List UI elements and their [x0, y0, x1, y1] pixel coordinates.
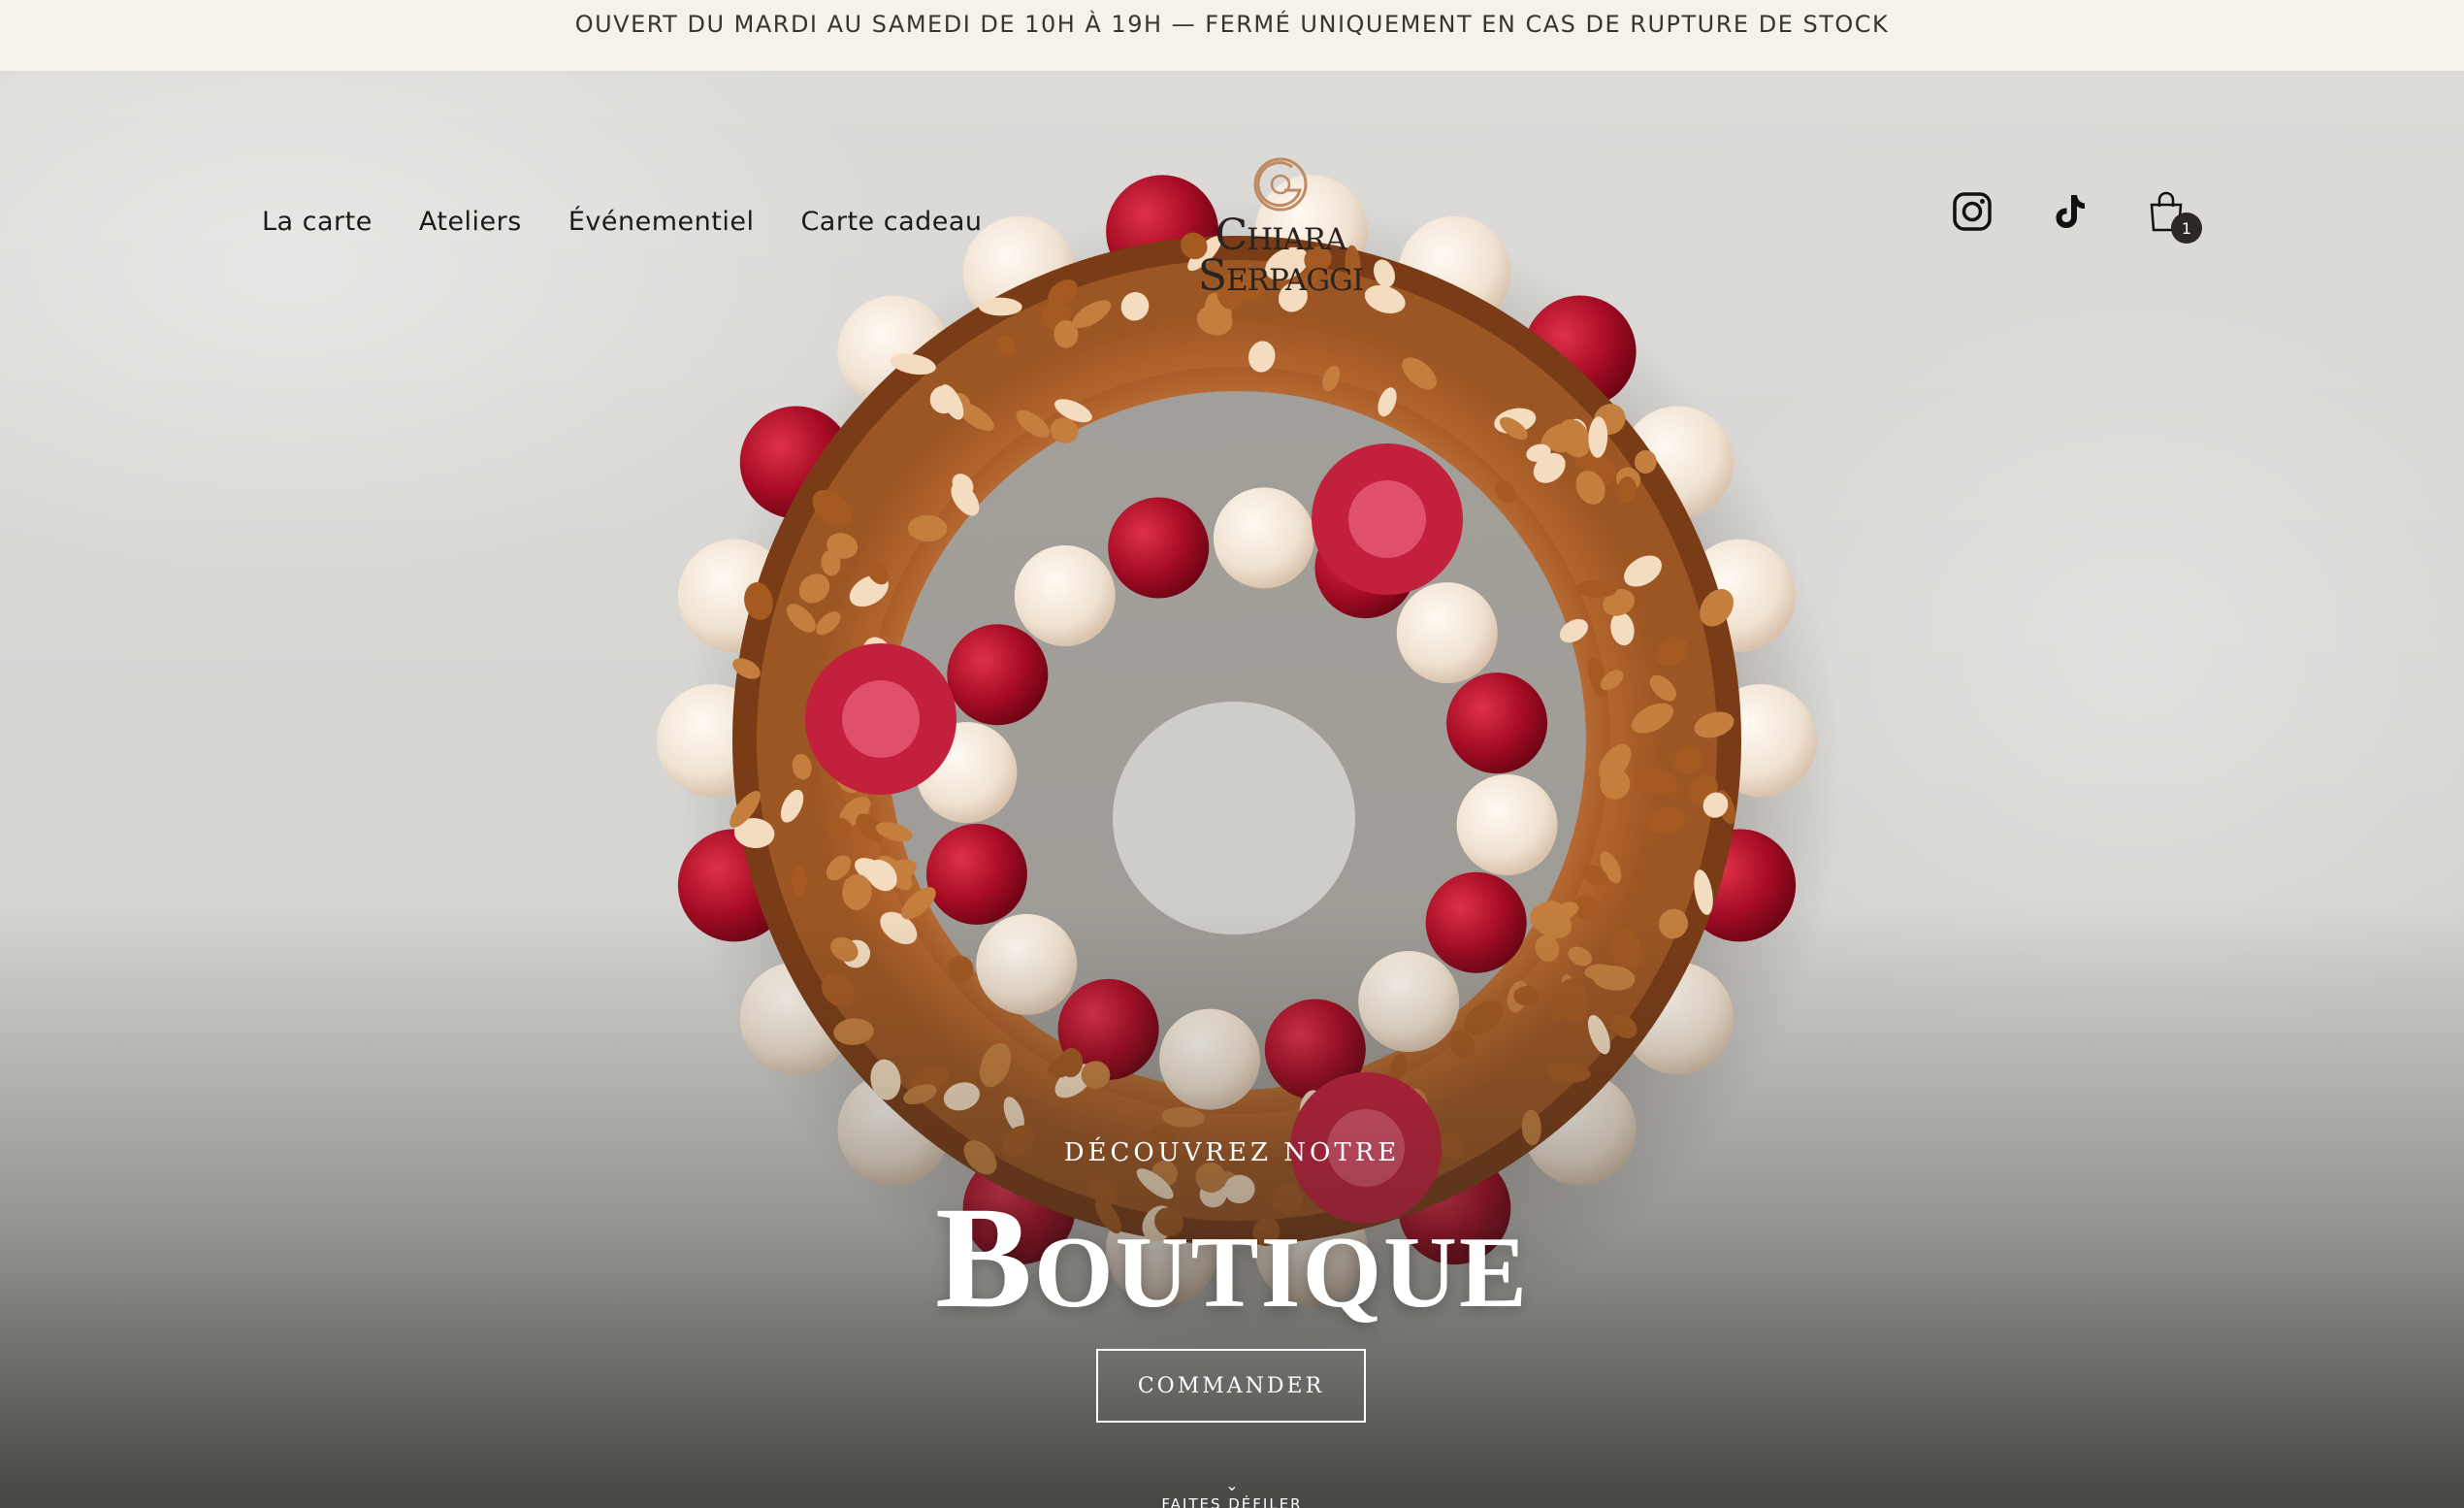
cart-count-badge: 1 — [2171, 213, 2202, 244]
logo-line-1: Chiara — [1215, 211, 1346, 260]
cake-inner-puff — [925, 823, 1027, 925]
scroll-indicator[interactable]: ⌄ FAITES DÉFILER — [0, 1478, 2464, 1508]
nav-item-carte-cadeau[interactable]: Carte cadeau — [800, 207, 982, 237]
logo-mark-icon — [1253, 157, 1308, 212]
cake-inner-puff — [947, 624, 1049, 726]
cake-inner-puff — [1425, 871, 1527, 973]
scroll-label: FAITES DÉFILER — [1161, 1495, 1303, 1508]
header-icons: 1 — [1950, 189, 2202, 244]
main-nav: La carte Ateliers Événementiel Carte cad… — [262, 207, 983, 237]
cake-inner-puff — [1014, 544, 1116, 646]
nav-item-ateliers[interactable]: Ateliers — [419, 207, 522, 237]
hero-section: La carte Ateliers Événementiel Carte cad… — [0, 71, 2464, 1508]
nav-item-evenementiel[interactable]: Événementiel — [568, 207, 755, 237]
logo-line-2: Serpaggi — [1197, 251, 1364, 301]
announcement-bar: OUVERT DU MARDI AU SAMEDI DE 10H À 19H —… — [0, 0, 2464, 71]
cake-inner-puff — [1358, 951, 1460, 1053]
tiktok-icon[interactable] — [2047, 189, 2091, 234]
cake-inner-puff — [1396, 582, 1498, 684]
cart-button[interactable]: 1 — [2144, 189, 2202, 244]
nav-item-la-carte[interactable]: La carte — [262, 207, 373, 237]
raspberry-center — [842, 680, 920, 758]
cake-inner-puff — [1213, 487, 1314, 589]
hero-title: Boutique — [935, 1177, 1529, 1338]
cake-inner-puff — [1446, 672, 1548, 774]
cake-inner-puff — [1159, 1008, 1261, 1110]
chevron-down-icon: ⌄ — [1225, 1478, 1239, 1494]
raspberry-center — [1348, 480, 1426, 558]
announcement-text: OUVERT DU MARDI AU SAMEDI DE 10H À 19H —… — [574, 10, 1890, 38]
cake-inner-puff — [1456, 773, 1558, 875]
instagram-icon[interactable] — [1950, 189, 1994, 234]
cake-inner-puff — [1108, 497, 1210, 599]
brand-logo[interactable]: Chiara Serpaggi — [1154, 153, 1407, 309]
order-button[interactable]: COMMANDER — [1096, 1349, 1366, 1423]
hero-eyebrow: DÉCOUVREZ NOTRE — [1063, 1138, 1401, 1167]
cake-inner-puff — [976, 913, 1078, 1015]
